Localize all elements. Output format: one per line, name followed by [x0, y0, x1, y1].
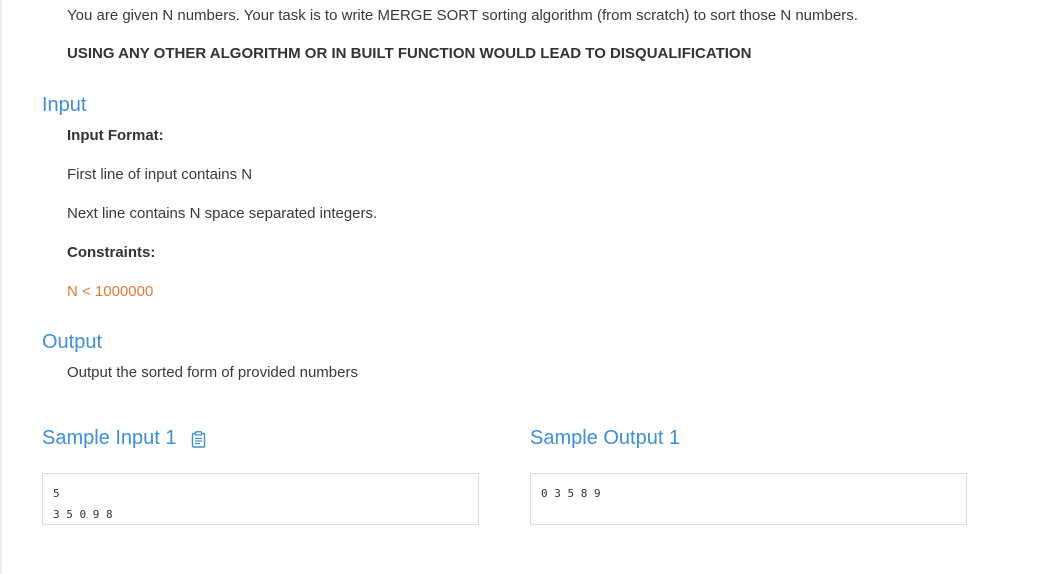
- left-border: [0, 0, 2, 574]
- sample-output-title: Sample Output 1: [530, 427, 681, 449]
- problem-intro: You are given N numbers. Your task is to…: [67, 7, 858, 24]
- sample-output-box[interactable]: 0 3 5 8 9: [530, 473, 967, 525]
- clipboard-icon[interactable]: [191, 430, 206, 448]
- input-format-label: Input Format:: [67, 127, 164, 144]
- sample-output-heading: Sample Output 1: [530, 426, 680, 450]
- sample-input-line: 5: [53, 487, 60, 500]
- sample-output-line: 0 3 5 8 9: [541, 487, 601, 500]
- input-line-1: First line of input contains N: [67, 166, 253, 183]
- output-heading: Output: [42, 331, 103, 353]
- sample-input-title: Sample Input 1: [42, 427, 177, 449]
- input-heading: Input: [42, 94, 87, 116]
- sample-input-heading: Sample Input 1: [42, 426, 206, 450]
- sample-input-line: 3 5 0 9 8: [53, 508, 113, 521]
- disqualification-warning: USING ANY OTHER ALGORITHM OR IN BUILT FU…: [67, 45, 752, 62]
- constraint-text: N < 1000000: [67, 283, 154, 300]
- output-description: Output the sorted form of provided numbe…: [67, 364, 358, 381]
- sample-input-box[interactable]: 5 3 5 0 9 8: [42, 473, 479, 525]
- input-line-2: Next line contains N space separated int…: [67, 205, 378, 222]
- constraints-label: Constraints:: [67, 244, 156, 261]
